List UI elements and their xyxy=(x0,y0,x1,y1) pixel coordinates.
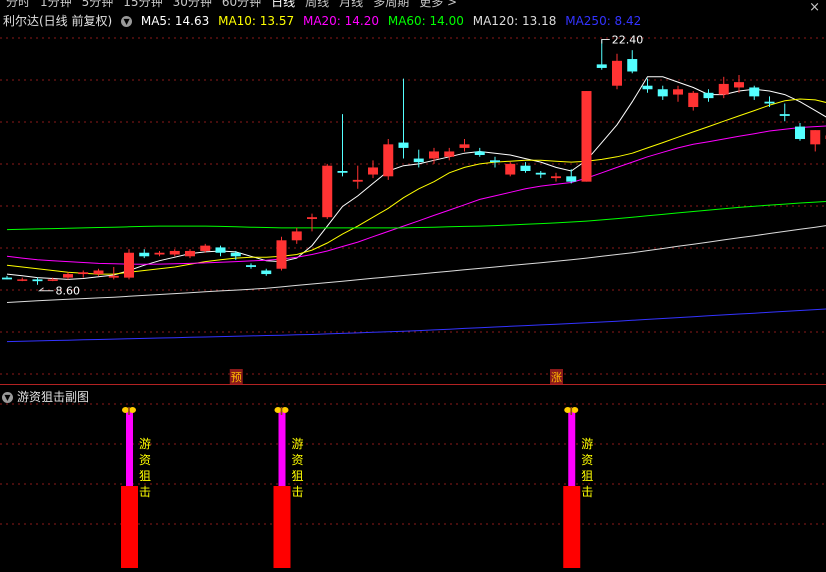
candle-body xyxy=(352,179,363,182)
candle-body xyxy=(459,144,470,148)
candle-body xyxy=(383,144,394,177)
signal-label-char: 狙 xyxy=(139,469,151,483)
candle-body xyxy=(749,87,760,97)
candle-body xyxy=(703,92,714,99)
signal-bar-red xyxy=(273,486,291,568)
candle-body xyxy=(307,217,317,219)
signal-marker-label: 预 xyxy=(231,371,242,384)
butterfly-body xyxy=(280,407,283,415)
butterfly-wing xyxy=(281,407,289,413)
ma-line-ma60 xyxy=(6,200,826,231)
ma-line-ma5 xyxy=(6,76,826,280)
candle-body xyxy=(444,151,455,157)
min-price-label: 8.60 xyxy=(56,285,81,298)
butterfly-wing xyxy=(274,407,282,413)
signal-bar-magenta xyxy=(278,412,286,486)
signal-label-char: 击 xyxy=(292,485,304,499)
candle-body xyxy=(169,250,180,255)
candle-body xyxy=(246,265,256,267)
candle-body xyxy=(413,158,424,163)
butterfly-icon xyxy=(564,407,579,415)
candle-body xyxy=(535,172,546,175)
candle-body xyxy=(78,272,89,275)
butterfly-wing xyxy=(564,407,572,413)
candle-body xyxy=(718,83,729,95)
candle-body xyxy=(490,160,500,163)
candle-body xyxy=(779,114,790,116)
signal-label-char: 游 xyxy=(139,437,151,451)
signal-bar-magenta xyxy=(126,412,133,486)
candle-body xyxy=(505,163,516,175)
candle-body xyxy=(124,252,134,278)
butterfly-wing xyxy=(122,407,129,413)
butterfly-body xyxy=(570,407,573,415)
candle-body xyxy=(688,92,699,108)
candle-body xyxy=(108,275,119,278)
signal-bar-red xyxy=(121,486,138,568)
candle-body xyxy=(642,85,653,90)
candle-body xyxy=(566,176,577,182)
signal-label-char: 资 xyxy=(292,453,304,467)
candle-body xyxy=(398,142,409,148)
butterfly-icon xyxy=(274,407,289,415)
signal-label-char: 资 xyxy=(581,453,593,467)
candle-body xyxy=(429,151,439,159)
candle-body xyxy=(63,274,73,278)
candle-body xyxy=(185,250,195,257)
signal-marker-label: 涨 xyxy=(551,371,562,384)
ma-line-ma20 xyxy=(6,125,826,265)
candle-body xyxy=(596,64,607,68)
signal-bar-red xyxy=(563,486,581,568)
candle-body xyxy=(215,247,226,253)
candle-body xyxy=(93,270,104,275)
signal-label-char: 击 xyxy=(581,485,593,499)
signal-label-char: 资 xyxy=(139,453,151,467)
candle-body xyxy=(32,279,43,282)
butterfly-icon xyxy=(122,407,136,415)
signal-label-char: 狙 xyxy=(581,469,593,483)
candle-body xyxy=(657,89,668,97)
candle-body xyxy=(474,151,485,156)
candle-body xyxy=(810,130,821,145)
min-price-leader xyxy=(38,287,54,292)
butterfly-body xyxy=(128,407,130,415)
candle-body xyxy=(47,279,58,281)
candle-body xyxy=(612,60,622,86)
stock-chart: 22.408.60预 涨游资狙击游资狙击游资狙击 xyxy=(0,34,826,568)
candle-body xyxy=(551,176,561,179)
candle-body xyxy=(276,240,287,269)
candle-body xyxy=(627,59,638,72)
candle-body xyxy=(337,170,348,173)
butterfly-wing xyxy=(129,407,136,413)
candle-body xyxy=(520,165,531,171)
candle-body xyxy=(200,245,211,251)
candle-body xyxy=(734,82,744,88)
candle-body xyxy=(581,91,592,182)
signal-label-char: 游 xyxy=(292,437,304,451)
candle-body xyxy=(154,252,165,255)
candle-body xyxy=(2,277,12,280)
max-price-label: 22.40 xyxy=(612,34,644,47)
candle-body xyxy=(673,89,683,95)
ma-line-ma250 xyxy=(6,308,826,343)
candle-body xyxy=(322,165,333,218)
candle-body xyxy=(368,167,378,175)
candle-body xyxy=(261,270,272,275)
candle-body xyxy=(17,279,28,281)
candle-body xyxy=(139,252,150,257)
signal-label-char: 击 xyxy=(139,485,151,499)
signal-label-char: 狙 xyxy=(292,469,304,483)
candle-body xyxy=(291,231,302,241)
candle-body xyxy=(230,252,241,257)
signal-label-char: 游 xyxy=(581,437,593,451)
max-price-leader xyxy=(601,39,610,44)
candle-body xyxy=(764,101,775,104)
candle-body xyxy=(795,126,805,140)
signal-bar-magenta xyxy=(568,412,576,486)
butterfly-wing xyxy=(571,407,579,413)
